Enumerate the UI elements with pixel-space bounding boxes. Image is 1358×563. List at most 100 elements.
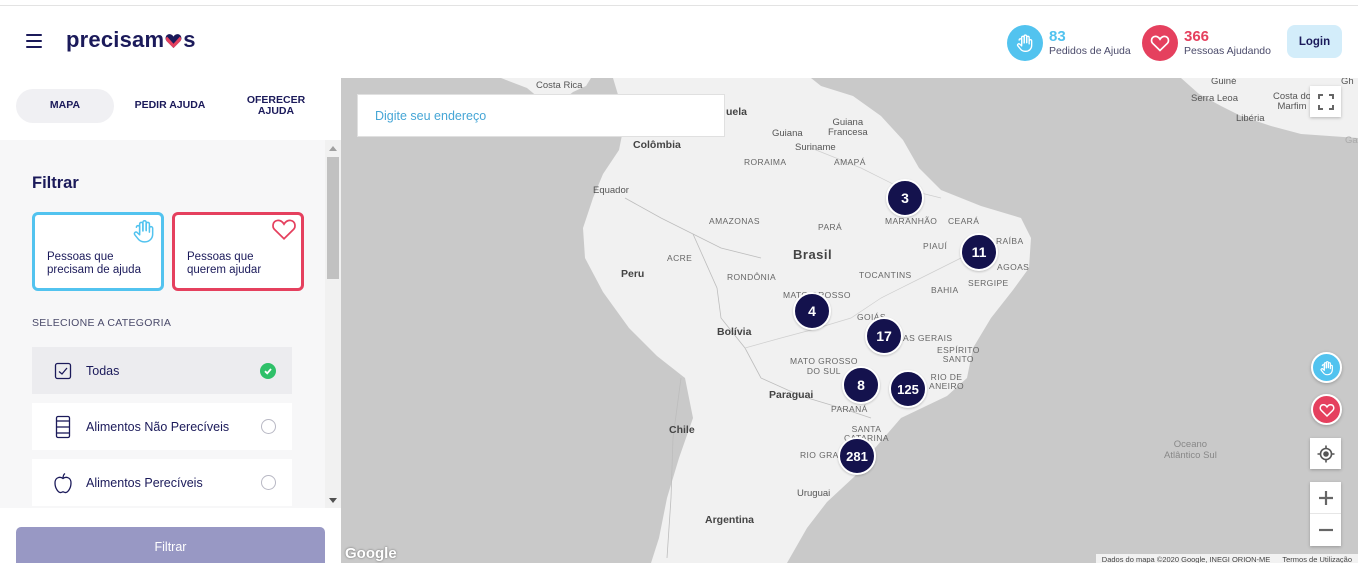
map-attribution-text: Dados do mapa ©2020 Google, INEGI ORION-… (1101, 555, 1271, 563)
filter-title: Filtrar (32, 174, 79, 192)
hand-icon (1319, 360, 1333, 375)
tab-pedir-ajuda[interactable]: PEDIR AJUDA (122, 89, 218, 123)
map-label-rio-de-janeiro: RIO DE ANEIRO (929, 372, 964, 392)
map-label-piaui: PIAUÍ (923, 241, 948, 251)
map-label-serra-leoa: Serra Leoa (1191, 93, 1239, 104)
minus-icon (1318, 528, 1333, 532)
map-label-sergipe: SERGIPE (968, 278, 1009, 288)
map-label-liberia: Libéria (1236, 113, 1265, 124)
map-label-para: PARÁ (818, 222, 843, 232)
checkbox-icon (54, 362, 72, 379)
category-alimentos-nao-pereciveis-label: Alimentos Não Perecíveis (86, 419, 230, 434)
top-border (0, 0, 1358, 6)
map-cluster-marker[interactable]: 11 (960, 233, 998, 271)
category-section-label: SELECIONE A CATEGORIA (32, 317, 172, 329)
show-requests-button[interactable] (1311, 352, 1342, 383)
map-label-gana: Gh (1341, 78, 1354, 87)
filter-card-want-help[interactable]: Pessoas que querem ajudar (172, 212, 304, 291)
check-icon (260, 362, 276, 379)
scroll-up-arrow-icon[interactable] (329, 146, 337, 151)
map[interactable]: Costa Rica uela Colômbia Guiana Guiana F… (341, 78, 1358, 563)
radio-button[interactable] (261, 475, 276, 490)
logo[interactable]: precisam s (66, 27, 196, 53)
map-label-guiana: Guiana (772, 128, 803, 139)
map-label-suriname: Suriname (795, 142, 836, 153)
map-label-gabao: Ga (1345, 135, 1358, 146)
filter-card-want-help-label: Pessoas que querem ajudar (187, 251, 262, 276)
address-search-input[interactable] (357, 94, 725, 137)
zoom-out-button[interactable] (1310, 514, 1341, 546)
stat-help-requests-label: Pedidos de Ajuda (1049, 45, 1131, 58)
map-label-equador: Equador (593, 185, 629, 196)
radio-button[interactable] (261, 419, 276, 434)
map-label-colombia: Colômbia (633, 139, 681, 151)
map-cluster-marker[interactable]: 8 (842, 366, 880, 404)
map-label-parana: PARANÁ (831, 404, 868, 414)
stat-help-requests: 83 Pedidos de Ajuda (1007, 25, 1131, 61)
tab-bar: MAPA PEDIR AJUDA OFERECER AJUDA (16, 89, 326, 123)
map-label-rio-grande-do-sul: RIO GRA (800, 450, 839, 460)
crosshair-icon (1317, 445, 1334, 462)
fullscreen-button[interactable] (1310, 86, 1341, 117)
filter-submit-button[interactable]: Filtrar (16, 527, 325, 563)
stat-people-helping-label: Pessoas Ajudando (1184, 45, 1271, 58)
stat-people-helping-value: 366 (1184, 28, 1210, 46)
map-label-guine: Guiné (1211, 78, 1237, 87)
scroll-down-arrow-icon[interactable] (329, 498, 337, 503)
category-todas-label: Todas (86, 363, 120, 378)
menu-icon[interactable] (26, 34, 42, 48)
tab-oferecer-ajuda[interactable]: OFERECER AJUDA (228, 89, 324, 123)
fullscreen-icon (1317, 93, 1334, 110)
map-label-costa-do-marfim: Costa do Marfim (1273, 91, 1312, 113)
map-label-acre: ACRE (667, 253, 693, 263)
map-cluster-marker[interactable]: 17 (865, 317, 903, 355)
my-location-button[interactable] (1310, 438, 1341, 469)
category-todas[interactable]: Todas (32, 347, 292, 394)
map-cluster-marker[interactable]: 281 (838, 437, 876, 475)
map-label-amazonas: AMAZONAS (709, 216, 760, 226)
heart-icon (1319, 403, 1334, 417)
map-cluster-marker[interactable]: 4 (793, 292, 831, 330)
category-alimentos-nao-pereciveis[interactable]: Alimentos Não Perecíveis (32, 403, 292, 450)
filter-panel: Filtrar Pessoas que precisam de ajuda Pe… (0, 140, 325, 508)
map-land (501, 78, 1358, 563)
map-label-minas-gerais: AS GERAIS (903, 333, 953, 343)
terms-link[interactable]: Termos de Utilização (1282, 555, 1352, 563)
login-button[interactable]: Login (1287, 25, 1342, 58)
map-label-espirito-santo: ESPÍRITO SANTO (937, 345, 980, 365)
map-cluster-marker[interactable]: 3 (886, 179, 924, 217)
zoom-control (1310, 482, 1341, 546)
map-label-uruguai: Uruguai (797, 488, 831, 499)
show-helpers-button[interactable] (1311, 394, 1342, 425)
map-label-paraguai: Paraguai (769, 389, 814, 401)
map-cluster-marker[interactable]: 125 (889, 370, 927, 408)
map-label-maranhao: MARANHÃO (885, 216, 938, 226)
logo-heart-icon (165, 33, 182, 48)
map-label-rondonia: RONDÔNIA (727, 272, 777, 282)
map-label-tocantins: TOCANTINS (859, 270, 912, 280)
logo-text-left: precisam (66, 27, 165, 52)
category-alimentos-pereciveis[interactable]: Alimentos Perecíveis (32, 459, 292, 506)
scroll-thumb[interactable] (327, 157, 339, 279)
hand-icon (1007, 25, 1043, 61)
apple-icon (54, 472, 72, 493)
map-label-oceano-atlantico-sul: Oceano Atlântico Sul (1164, 439, 1217, 461)
stat-help-requests-value: 83 (1049, 28, 1066, 46)
header: precisam s 83 Pedidos de Ajuda 366 Pesso… (0, 7, 1358, 78)
heart-icon (1142, 25, 1178, 61)
sidebar-scrollbar[interactable] (325, 140, 341, 508)
tab-mapa[interactable]: MAPA (16, 89, 114, 123)
zoom-in-button[interactable] (1310, 482, 1341, 514)
map-label-brasil: Brasil (793, 247, 833, 262)
filter-card-need-help-label: Pessoas que precisam de ajuda (47, 251, 141, 276)
map-label-argentina: Argentina (705, 514, 755, 526)
sidebar: MAPA PEDIR AJUDA OFERECER AJUDA Filtrar … (0, 78, 341, 563)
map-label-costa-rica: Costa Rica (536, 80, 583, 91)
map-label-bahia: BAHIA (931, 285, 959, 295)
filter-card-need-help[interactable]: Pessoas que precisam de ajuda (32, 212, 164, 291)
category-alimentos-pereciveis-label: Alimentos Perecíveis (86, 475, 203, 490)
map-label-alagoas: AGOAS (997, 262, 1030, 272)
hand-icon (133, 220, 154, 243)
plus-icon (1318, 490, 1333, 505)
can-icon (55, 415, 71, 438)
